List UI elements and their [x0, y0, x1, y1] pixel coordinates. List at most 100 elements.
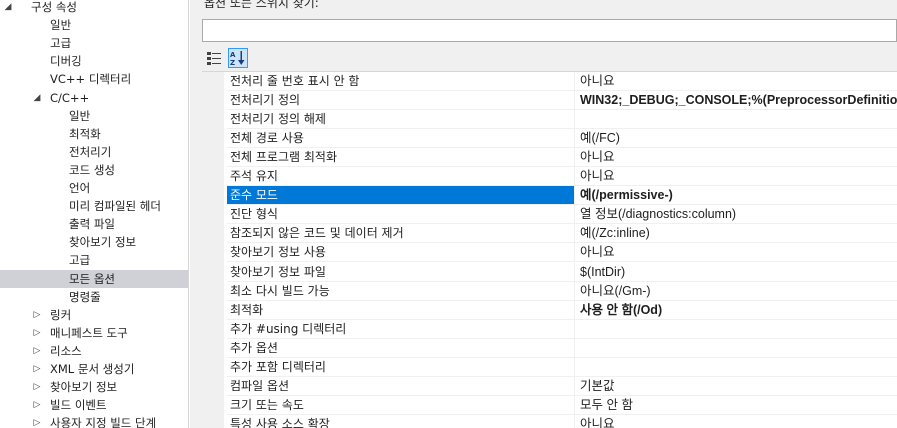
- property-value[interactable]: [575, 320, 897, 339]
- tree-item[interactable]: 고급: [0, 251, 188, 269]
- tree-item[interactable]: ▷ 찾아보기 정보: [0, 378, 188, 396]
- property-row[interactable]: 추가 옵션: [202, 338, 897, 358]
- tree-item[interactable]: 명령줄: [0, 288, 188, 306]
- property-name[interactable]: 찾아보기 정보 파일: [227, 262, 575, 282]
- property-name[interactable]: 전처리기 정의: [227, 91, 575, 111]
- property-value[interactable]: [575, 339, 897, 358]
- property-row[interactable]: 주석 유지 아니요: [202, 167, 897, 187]
- tree-item-label: VC++ 디렉터리: [50, 72, 132, 87]
- property-row[interactable]: 전처리기 정의 WIN32;_DEBUG;_CONSOLE;%(Preproces…: [202, 91, 897, 111]
- property-value[interactable]: 아니요: [575, 243, 897, 263]
- tree-item[interactable]: ▷ 링커: [0, 306, 188, 324]
- property-value[interactable]: 기본값: [575, 377, 897, 396]
- expand-arrow-icon[interactable]: ▷: [31, 378, 43, 396]
- collapse-arrow-icon[interactable]: ◢: [31, 89, 43, 107]
- property-row[interactable]: 전체 경로 사용 예(/FC): [202, 129, 897, 149]
- search-input[interactable]: [202, 19, 897, 42]
- categorized-view-button[interactable]: [204, 48, 224, 68]
- property-name[interactable]: 전체 경로 사용: [227, 129, 575, 149]
- property-value[interactable]: 아니요: [575, 167, 897, 187]
- tree-item[interactable]: 모든 옵션: [0, 269, 188, 288]
- tree-item[interactable]: ▷ 사용자 지정 빌드 단계: [0, 414, 188, 428]
- property-value[interactable]: [575, 110, 897, 130]
- property-row[interactable]: 참조되지 않은 코드 및 데이터 제거 예(/Zc:inline): [202, 224, 897, 244]
- property-row[interactable]: 준수 모드 예(/permissive-): [202, 186, 897, 206]
- property-row[interactable]: 컴파일 옵션 기본값: [202, 376, 897, 396]
- tree-item[interactable]: 찾아보기 정보: [0, 233, 188, 251]
- tree-item[interactable]: ◢ 구성 속성: [0, 0, 188, 16]
- tree-item[interactable]: ▷ 빌드 이벤트: [0, 396, 188, 414]
- expand-arrow-icon[interactable]: ▷: [31, 414, 43, 428]
- property-value[interactable]: 아니요(/Gm-): [575, 282, 897, 301]
- tree-item[interactable]: 코드 생성: [0, 161, 188, 179]
- tree-item-label: 언어: [69, 181, 91, 195]
- collapse-arrow-icon[interactable]: ◢: [2, 0, 14, 16]
- tree-item-label: 매니페스트 도구: [50, 325, 128, 340]
- property-value[interactable]: [575, 358, 897, 377]
- property-value[interactable]: 사용 안 함(/Od): [575, 301, 897, 320]
- property-value[interactable]: 아니요: [575, 148, 897, 168]
- tree-item[interactable]: ▷ XML 문서 생성기: [0, 360, 188, 378]
- property-name[interactable]: 추가 #using 디렉터리: [227, 319, 575, 339]
- property-row[interactable]: 크기 또는 속도 모두 안 함: [202, 395, 897, 415]
- property-name[interactable]: 준수 모드: [227, 186, 575, 206]
- tree-item[interactable]: VC++ 디렉터리: [0, 70, 188, 88]
- tree-item[interactable]: ▷ 리소스: [0, 342, 188, 360]
- tree-item[interactable]: 일반: [0, 16, 188, 34]
- expand-arrow-icon[interactable]: ▷: [31, 396, 43, 414]
- tree-item[interactable]: 미리 컴파일된 헤더: [0, 197, 188, 215]
- tree-item[interactable]: 최적화: [0, 125, 188, 143]
- tree-item-label: 디버깅: [50, 54, 82, 69]
- tree-item[interactable]: 언어: [0, 179, 188, 197]
- tree-item-label: 고급: [69, 253, 91, 268]
- expand-arrow-icon[interactable]: ▷: [31, 360, 43, 378]
- property-name[interactable]: 추가 포함 디렉터리: [227, 357, 575, 377]
- property-name[interactable]: 주석 유지: [227, 167, 575, 187]
- property-value[interactable]: 열 정보(/diagnostics:column): [575, 205, 897, 225]
- tree-item[interactable]: 출력 파일: [0, 215, 188, 233]
- tree-item[interactable]: ◢ C/C++: [0, 89, 188, 107]
- tree-item[interactable]: 전처리기: [0, 143, 188, 161]
- property-row[interactable]: 찾아보기 정보 파일 $(IntDir): [202, 262, 897, 282]
- property-name[interactable]: 최소 다시 빌드 가능: [227, 281, 575, 301]
- tree-item-label: 전처리기: [69, 144, 112, 159]
- property-name[interactable]: 추가 옵션: [227, 338, 575, 358]
- property-value[interactable]: $(IntDir): [575, 263, 897, 282]
- property-name[interactable]: 참조되지 않은 코드 및 데이터 제거: [227, 224, 575, 244]
- property-name[interactable]: 최적화: [227, 300, 575, 320]
- property-name[interactable]: 특성 사용 소스 확장: [227, 414, 575, 428]
- property-value[interactable]: 예(/permissive-): [575, 186, 897, 206]
- property-row[interactable]: 최적화 사용 안 함(/Od): [202, 300, 897, 320]
- expand-arrow-icon[interactable]: ▷: [31, 306, 43, 324]
- property-value[interactable]: 예(/Zc:inline): [575, 224, 897, 244]
- property-row[interactable]: 추가 포함 디렉터리: [202, 357, 897, 377]
- property-row[interactable]: 추가 #using 디렉터리: [202, 319, 897, 339]
- property-name[interactable]: 진단 형식: [227, 205, 575, 225]
- property-value[interactable]: 아니요: [575, 72, 897, 91]
- property-name[interactable]: 전처리기 정의 해제: [227, 110, 575, 130]
- property-name[interactable]: 전체 프로그램 최적화: [227, 148, 575, 168]
- property-value[interactable]: 아니요: [575, 415, 897, 428]
- property-row[interactable]: 찾아보기 정보 사용 아니요: [202, 243, 897, 263]
- property-name[interactable]: 전처리 줄 번호 표시 안 함: [227, 72, 575, 91]
- property-row[interactable]: 전처리기 정의 해제: [202, 110, 897, 130]
- tree-item[interactable]: ▷ 매니페스트 도구: [0, 324, 188, 342]
- property-value[interactable]: 모두 안 함: [575, 396, 897, 415]
- property-row[interactable]: 최소 다시 빌드 가능 아니요(/Gm-): [202, 281, 897, 301]
- property-name[interactable]: 컴파일 옵션: [227, 376, 575, 396]
- property-row[interactable]: 특성 사용 소스 확장 아니요: [202, 414, 897, 428]
- tree-item-label: 출력 파일: [69, 217, 115, 232]
- tree-item[interactable]: 디버깅: [0, 52, 188, 70]
- expand-arrow-icon[interactable]: ▷: [31, 324, 43, 342]
- property-value[interactable]: 예(/FC): [575, 129, 897, 149]
- property-value[interactable]: WIN32;_DEBUG;_CONSOLE;%(PreprocessorDefi…: [575, 91, 897, 111]
- property-row[interactable]: 진단 형식 열 정보(/diagnostics:column): [202, 205, 897, 225]
- property-row[interactable]: 전처리 줄 번호 표시 안 함 아니요: [202, 72, 897, 91]
- tree-item[interactable]: 일반: [0, 107, 188, 125]
- property-row[interactable]: 전체 프로그램 최적화 아니요: [202, 148, 897, 168]
- expand-arrow-icon[interactable]: ▷: [31, 342, 43, 360]
- property-name[interactable]: 크기 또는 속도: [227, 395, 575, 415]
- property-name[interactable]: 찾아보기 정보 사용: [227, 243, 575, 263]
- tree-item[interactable]: 고급: [0, 34, 188, 52]
- alphabetical-view-button[interactable]: A Z: [228, 48, 248, 68]
